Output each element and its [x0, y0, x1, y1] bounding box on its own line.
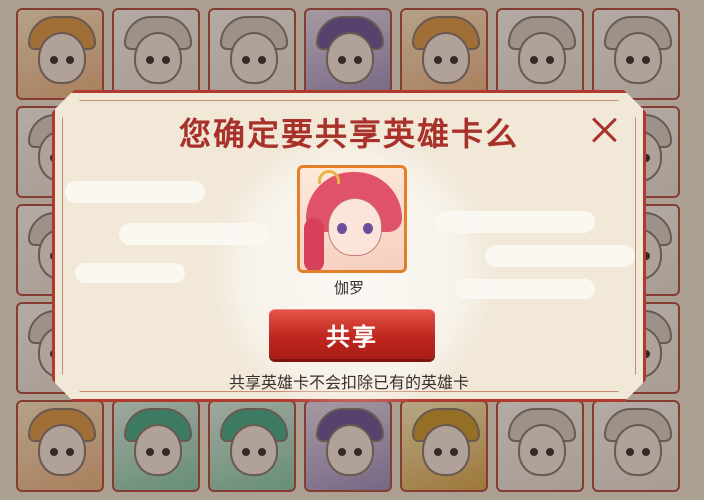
- close-icon[interactable]: [591, 117, 617, 143]
- cloud-decoration: [119, 223, 269, 245]
- cloud-decoration: [65, 181, 205, 203]
- cloud-decoration: [485, 245, 635, 267]
- share-note: 共享英雄卡不会扣除已有的英雄卡: [228, 373, 469, 392]
- share-button[interactable]: 共享: [269, 309, 435, 359]
- share-hero-card-dialog: 您确定要共享英雄卡么 伽罗 共享 共享英雄卡不会扣除已有的英雄卡: [52, 90, 646, 402]
- hero-portrait: [297, 165, 407, 273]
- hero-name: 伽罗: [333, 279, 364, 297]
- dialog-title: 您确定要共享英雄卡么: [178, 115, 519, 153]
- cloud-decoration: [435, 211, 595, 233]
